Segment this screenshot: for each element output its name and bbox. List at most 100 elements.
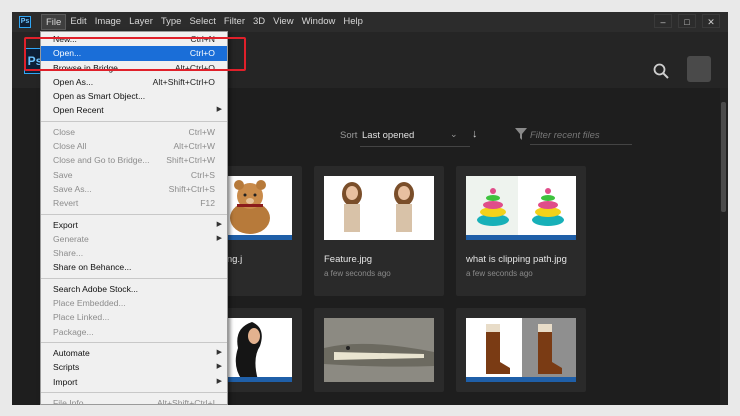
menu-separator (41, 277, 227, 279)
file-thumbnail (324, 318, 434, 382)
recent-file-card[interactable] (456, 308, 586, 392)
file-menu-item[interactable]: Save Ctrl+S (41, 168, 227, 182)
menu-item-label: Save (53, 169, 73, 180)
menu-item-shortcut: Alt+Shift+Ctrl+I (156, 397, 215, 405)
menu-item-shortcut: F12 (200, 198, 215, 209)
menu-item-label: Open Recent (53, 105, 104, 116)
menu-item-shortcut: Shift+Ctrl+S (168, 183, 215, 194)
menu-item-label: Revert (53, 198, 79, 209)
menu-item-label: Save As... (53, 183, 92, 194)
recent-file-card[interactable]: Feature.jpg a few seconds ago (314, 166, 444, 296)
profile-avatar[interactable] (687, 56, 711, 82)
menu-window[interactable]: Window (298, 14, 340, 30)
sort-dropdown[interactable]: Last opened (362, 130, 414, 141)
file-time: a few seconds ago (324, 269, 391, 278)
submenu-arrow-icon: ▶ (216, 363, 222, 371)
file-menu-item[interactable]: Place Embedded... (41, 296, 227, 310)
submenu-arrow-icon: ▶ (216, 220, 222, 228)
menu-item-label: Automate (53, 347, 90, 358)
file-thumbnail (466, 176, 576, 240)
menu-item-label: Open as Smart Object... (53, 91, 146, 102)
submenu-arrow-icon: ▶ (216, 377, 222, 385)
menu-item-label: Scripts (53, 362, 80, 373)
menu-item-label: Place Linked... (53, 312, 110, 323)
menu-type[interactable]: Type (157, 14, 186, 30)
submenu-arrow-icon: ▶ (216, 106, 222, 114)
file-menu-item[interactable]: Close Ctrl+W (41, 125, 227, 139)
file-menu-item[interactable]: Revert F12 (41, 196, 227, 210)
menu-image[interactable]: Image (91, 14, 125, 30)
menu-item-label: File Info... (53, 397, 91, 405)
menu-item-label: Open As... (53, 76, 94, 87)
thumbnail-caption-band (466, 377, 576, 382)
menu-item-label: Close All (53, 141, 87, 152)
menu-item-label: Import (53, 376, 78, 387)
recent-file-card[interactable] (314, 308, 444, 392)
menu-item-label: Search Adobe Stock... (53, 283, 139, 294)
maximize-button[interactable]: □ (678, 14, 696, 28)
photoshop-logo-icon: Ps (19, 16, 31, 28)
scrollbar-thumb[interactable] (721, 102, 726, 212)
annotation-highlight-box (24, 37, 246, 71)
file-menu-item[interactable]: Open as Smart Object... (41, 89, 227, 103)
file-menu-item[interactable]: Share... (41, 246, 227, 260)
menu-item-shortcut: Shift+Ctrl+W (166, 155, 215, 166)
close-button[interactable]: ✕ (702, 14, 720, 28)
recent-file-card[interactable]: what is clipping path.jpg a few seconds … (456, 166, 586, 296)
chevron-down-icon[interactable]: ⌄ (450, 129, 458, 140)
filter-icon (515, 128, 527, 140)
minimize-button[interactable]: – (654, 14, 672, 28)
crocodile-image (324, 318, 434, 382)
menu-item-label: Close and Go to Bridge... (53, 155, 150, 166)
file-menu-item[interactable]: Close All Alt+Ctrl+W (41, 139, 227, 153)
menu-separator (41, 341, 227, 343)
filter-recent-files-input[interactable] (530, 127, 632, 145)
menu-item-label: Share... (53, 248, 84, 259)
file-menu-item[interactable]: Package... (41, 325, 227, 339)
file-name: Feature.jpg (324, 254, 373, 265)
file-menu-item[interactable]: Close and Go to Bridge... Shift+Ctrl+W (41, 153, 227, 167)
file-time: a few seconds ago (466, 269, 533, 278)
stacking-toy-image (466, 176, 576, 240)
menu-separator (41, 391, 227, 393)
file-menu-item[interactable]: Place Linked... (41, 310, 227, 324)
file-menu-item[interactable]: Save As... Shift+Ctrl+S (41, 182, 227, 196)
menu-item-shortcut: Ctrl+S (190, 169, 215, 180)
menu-item-label: Share on Behance... (53, 262, 132, 273)
file-menu-item[interactable]: Open As... Alt+Shift+Ctrl+O (41, 75, 227, 89)
menu-select[interactable]: Select (185, 14, 219, 30)
file-thumbnail (466, 318, 576, 382)
file-menu-item[interactable]: Import ▶ (41, 375, 227, 389)
file-menu-item[interactable]: Automate ▶ (41, 346, 227, 360)
submenu-arrow-icon: ▶ (216, 234, 222, 242)
file-menu-item[interactable]: Share on Behance... (41, 260, 227, 274)
menu-filter[interactable]: Filter (220, 14, 249, 30)
file-menu-item[interactable]: Search Adobe Stock... (41, 282, 227, 296)
thumbnail-caption-band (466, 235, 576, 240)
file-thumbnail (324, 176, 434, 240)
file-menu-item[interactable]: Export ▶ (41, 218, 227, 232)
window-controls: – □ ✕ (654, 14, 720, 28)
menu-item-shortcut: Alt+Shift+Ctrl+O (152, 76, 215, 87)
menu-edit[interactable]: Edit (66, 14, 90, 30)
file-menu-item[interactable]: File Info... Alt+Shift+Ctrl+I (41, 396, 227, 405)
boots-image (466, 318, 576, 382)
submenu-arrow-icon: ▶ (216, 348, 222, 356)
search-icon[interactable] (652, 62, 670, 80)
menu-file[interactable]: File (41, 14, 67, 30)
model-photo-image (324, 176, 434, 240)
menu-separator (41, 213, 227, 215)
menu-layer[interactable]: Layer (125, 14, 157, 30)
menu-view[interactable]: View (269, 14, 297, 30)
file-menu-item[interactable]: Scripts ▶ (41, 360, 227, 374)
menu-3d[interactable]: 3D (249, 14, 269, 30)
sort-dropdown-underline (360, 146, 470, 147)
menu-item-label: Generate (53, 233, 89, 244)
file-menu-item[interactable]: Open Recent ▶ (41, 103, 227, 117)
menu-item-label: Export (53, 219, 78, 230)
sort-direction-arrow-icon[interactable]: ↓ (472, 128, 478, 140)
menu-item-shortcut: Ctrl+W (188, 126, 216, 137)
file-menu-item[interactable]: Generate ▶ (41, 232, 227, 246)
menu-help[interactable]: Help (339, 14, 367, 30)
sort-label: Sort (340, 130, 358, 141)
